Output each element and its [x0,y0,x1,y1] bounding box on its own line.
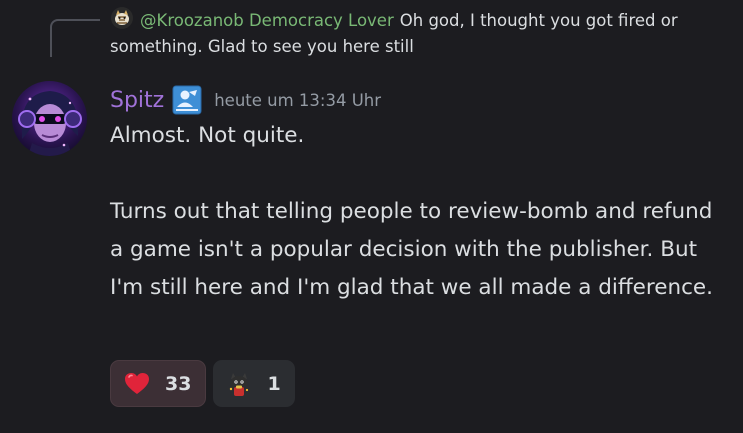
reply-connector [50,19,100,57]
message-view: @Kroozanob Democracy Lover Oh god, I thou… [0,0,743,433]
reactions-bar: 33 1 [110,360,295,407]
heart-icon [125,372,149,394]
reply-reference[interactable]: @Kroozanob Democracy Lover Oh god, I thou… [110,6,730,60]
message-header: Spitz heute um 13:34 Uhr [110,82,381,118]
message-timestamp[interactable]: heute um 13:34 Uhr [214,91,381,110]
reply-author-name[interactable]: @Kroozanob Democracy Lover [140,11,394,30]
reaction-count: 1 [267,372,281,395]
robot-girl-avatar-icon [12,81,87,156]
avatar[interactable] [12,81,87,156]
message-paragraph: Turns out that telling people to review-… [110,199,713,300]
author-name[interactable]: Spitz [110,88,164,113]
reaction-count: 33 [165,372,192,395]
role-badge-icon[interactable] [172,85,202,115]
cat-with-bag-emoji-icon [230,372,249,396]
tiger-mascot-avatar-icon[interactable] [110,6,134,30]
reaction-cat[interactable]: 1 [213,360,295,407]
reaction-heart[interactable]: 33 [110,360,207,407]
message-content: Almost. Not quite. Turns out that tellin… [110,117,730,307]
message-paragraph: Almost. Not quite. [110,123,305,148]
